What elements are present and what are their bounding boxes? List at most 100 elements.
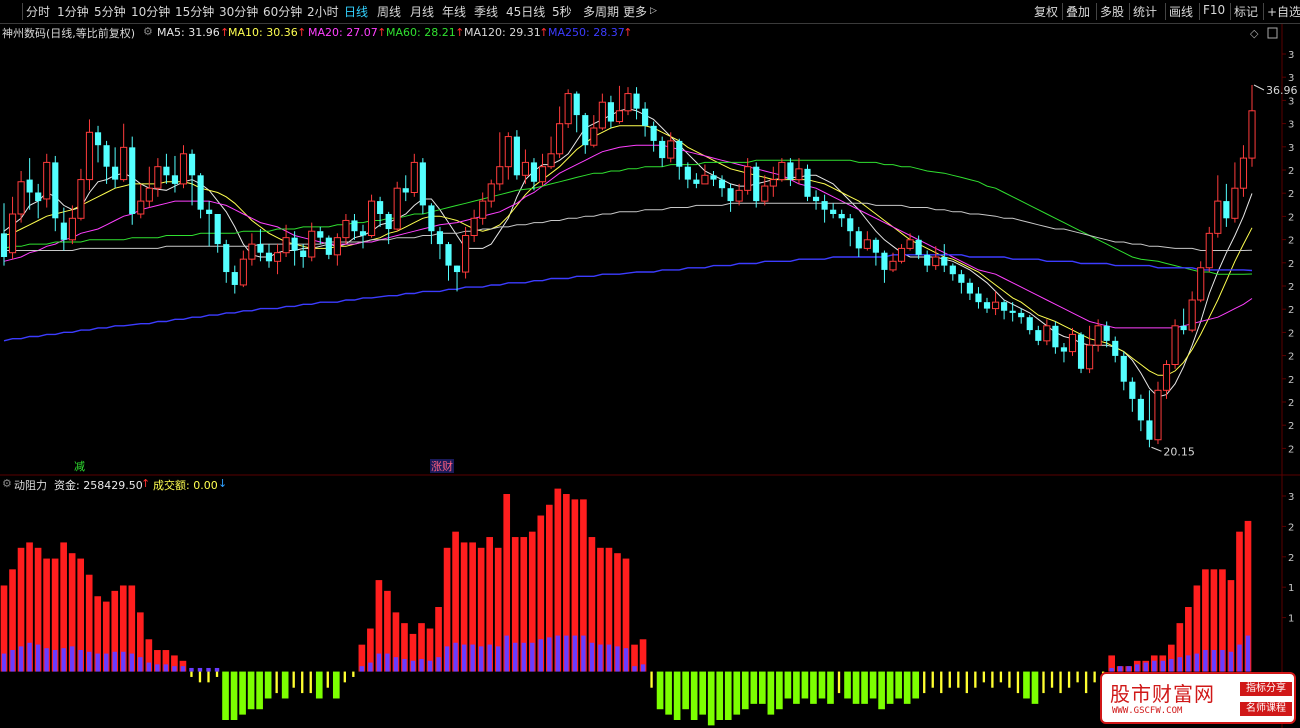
candle[interactable] [1120, 351, 1127, 391]
candle[interactable] [1001, 300, 1008, 320]
candle[interactable] [1018, 308, 1025, 324]
candle[interactable] [941, 244, 948, 273]
candle[interactable] [863, 231, 871, 251]
period-tab-11[interactable]: 年线 [442, 3, 466, 20]
toolbar-button-0[interactable]: 复权 [1034, 3, 1058, 20]
candle[interactable] [223, 239, 230, 283]
candle[interactable] [735, 183, 743, 206]
candle[interactable] [462, 226, 470, 279]
period-tab-13[interactable]: 45日线 [506, 3, 545, 20]
candle[interactable] [693, 173, 700, 189]
candle[interactable] [120, 123, 128, 182]
candle[interactable] [872, 237, 879, 266]
candle[interactable] [300, 244, 307, 268]
toolbar-button-7[interactable]: +自选 [1267, 3, 1300, 20]
candle[interactable] [659, 136, 666, 167]
candle[interactable] [598, 93, 606, 131]
candle[interactable] [1060, 343, 1068, 363]
candle[interactable] [727, 183, 734, 212]
period-tab-10[interactable]: 月线 [410, 3, 434, 20]
candle[interactable] [308, 222, 316, 262]
candle[interactable] [479, 192, 487, 225]
candle[interactable] [1162, 360, 1171, 399]
candle[interactable] [642, 102, 649, 137]
candle[interactable] [60, 207, 67, 251]
candlestick-chart[interactable]: 3 3 3 3 3 2 2 2 2 2 2 2 2 2 2 2 2 2 36.96 20.15 减 涨财 ◇ [0, 24, 1300, 476]
candle[interactable] [129, 136, 136, 225]
candle[interactable] [521, 149, 530, 184]
candle[interactable] [342, 214, 350, 245]
candle[interactable] [52, 155, 59, 232]
candle[interactable] [1052, 321, 1059, 354]
candle[interactable] [265, 244, 273, 268]
candle[interactable] [1137, 394, 1144, 432]
candle[interactable] [906, 233, 914, 251]
period-tab-7[interactable]: 2小时 [307, 3, 339, 20]
candle[interactable] [1035, 325, 1042, 346]
candle[interactable] [163, 153, 170, 184]
candle[interactable] [1043, 319, 1051, 346]
candle[interactable] [966, 278, 973, 301]
candle[interactable] [830, 203, 837, 219]
candle[interactable] [684, 162, 691, 189]
candle[interactable] [573, 91, 580, 133]
candle[interactable] [445, 241, 452, 281]
toolbar-button-6[interactable]: 标记 [1234, 3, 1258, 20]
candle[interactable] [975, 287, 982, 309]
candle[interactable] [77, 168, 85, 221]
candle[interactable] [35, 183, 42, 219]
candle[interactable] [273, 244, 282, 275]
candle[interactable] [487, 179, 495, 208]
candle[interactable] [428, 203, 435, 245]
candle[interactable] [847, 214, 854, 247]
candle[interactable] [556, 106, 564, 159]
candle[interactable] [804, 164, 811, 202]
candle[interactable] [351, 214, 358, 240]
candle[interactable] [1146, 390, 1153, 448]
candle[interactable] [377, 196, 384, 227]
candle[interactable] [179, 145, 188, 189]
period-tab-14[interactable]: 5秒 [552, 3, 572, 20]
candle[interactable] [769, 166, 777, 197]
candle[interactable] [983, 297, 991, 313]
more-arrow-icon[interactable]: ▷ [650, 6, 657, 16]
candle[interactable] [1086, 325, 1094, 374]
candle[interactable] [1214, 175, 1222, 238]
window-toggle-icon[interactable] [1267, 27, 1278, 39]
candle[interactable] [530, 158, 538, 191]
candle[interactable] [787, 158, 794, 187]
period-tab-4[interactable]: 15分钟 [175, 3, 214, 20]
period-tab-16[interactable]: 更多 [623, 3, 647, 20]
candle[interactable] [1026, 315, 1033, 335]
candle[interactable] [8, 196, 17, 260]
candle[interactable] [231, 265, 238, 294]
candle[interactable] [1248, 85, 1256, 167]
candle[interactable] [1231, 162, 1239, 223]
candle[interactable] [838, 209, 845, 227]
candle[interactable] [624, 87, 632, 116]
candle[interactable] [112, 147, 119, 189]
candle[interactable] [137, 183, 145, 219]
candle[interactable] [1223, 183, 1230, 227]
period-tab-1[interactable]: 1分钟 [57, 3, 89, 20]
candle[interactable] [419, 158, 426, 214]
candle[interactable] [538, 153, 547, 187]
candle[interactable] [897, 244, 906, 264]
toolbar-button-5[interactable]: F10 [1203, 3, 1225, 17]
candle[interactable] [26, 158, 33, 210]
candle[interactable] [1197, 261, 1205, 303]
candle[interactable] [197, 173, 204, 219]
candle[interactable] [43, 153, 51, 208]
candle[interactable] [881, 250, 888, 283]
candle[interactable] [676, 138, 683, 180]
candle[interactable] [949, 263, 956, 281]
period-tab-2[interactable]: 5分钟 [94, 3, 126, 20]
candle[interactable] [453, 265, 461, 292]
candle[interactable] [248, 233, 256, 266]
candle[interactable] [607, 95, 614, 128]
candle[interactable] [710, 171, 717, 187]
period-tab-6[interactable]: 60分钟 [263, 3, 302, 20]
candle[interactable] [650, 121, 657, 152]
candle[interactable] [1171, 319, 1179, 369]
candle[interactable] [778, 158, 786, 182]
